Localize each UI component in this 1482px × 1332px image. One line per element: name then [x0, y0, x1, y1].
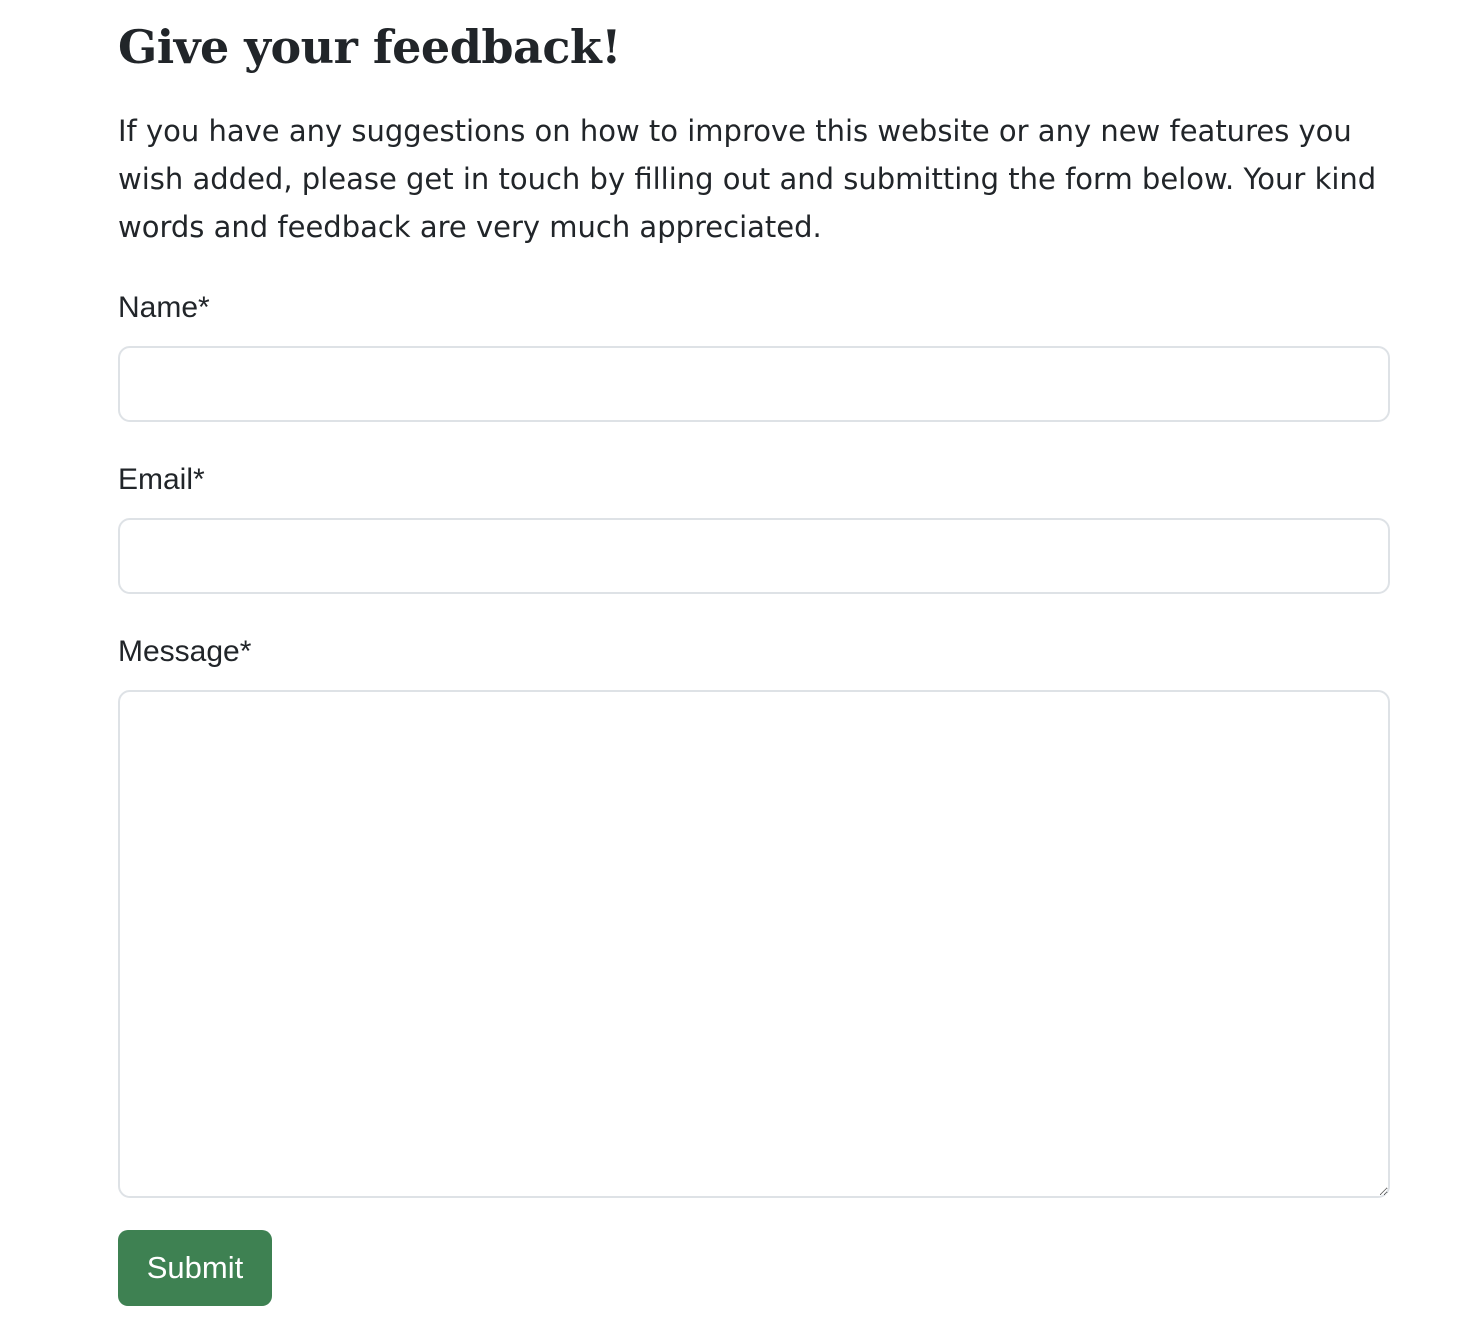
page-title: Give your feedback!: [118, 20, 621, 74]
email-field[interactable]: [118, 518, 1390, 594]
name-label: Name*: [118, 291, 210, 324]
message-label: Message*: [118, 635, 252, 668]
message-textarea[interactable]: [118, 690, 1390, 1198]
submit-button[interactable]: Submit: [118, 1230, 272, 1306]
email-label: Email*: [118, 463, 205, 496]
name-field[interactable]: [118, 346, 1390, 422]
intro-text: If you have any suggestions on how to im…: [118, 114, 1377, 244]
